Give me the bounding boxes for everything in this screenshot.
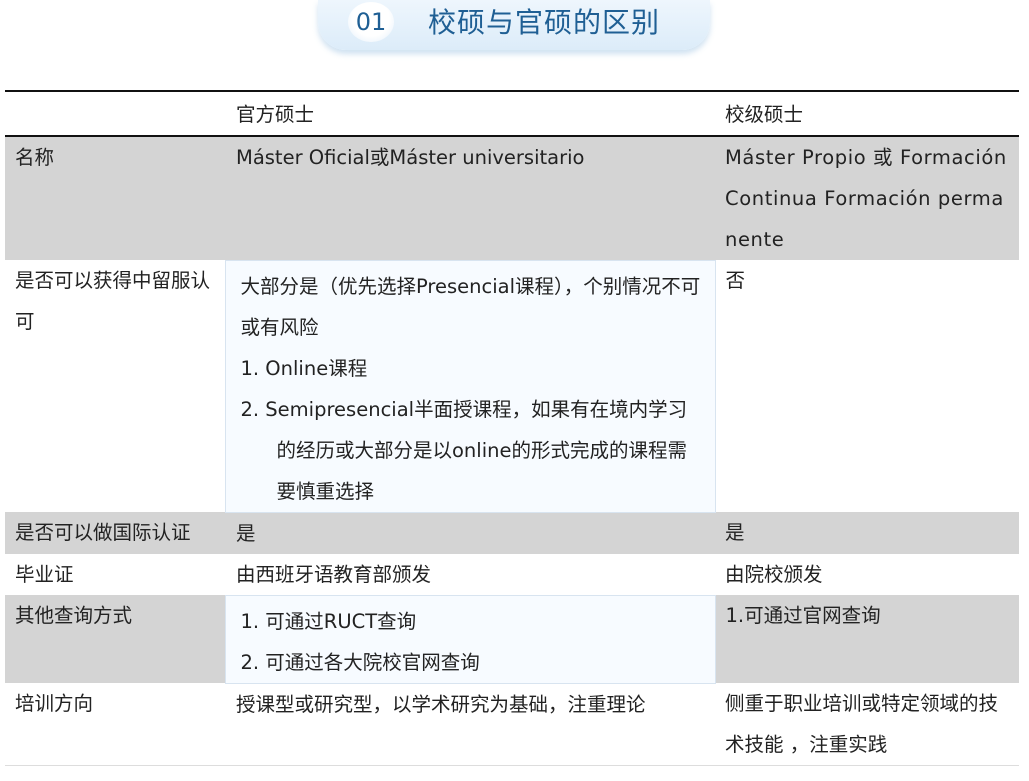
official-cell: 由西班牙语教育部颁发 <box>225 553 715 595</box>
table-header-row: 官方硕士 校级硕士 <box>5 91 1019 137</box>
list-item: 2. Semipresencial半面授课程，如果有在境内学习的经历或大部分是以… <box>240 397 688 503</box>
row-label: 培训方向 <box>5 683 225 766</box>
school-cell: 否 <box>715 260 1019 512</box>
list-item: 1. Online课程 <box>240 356 368 380</box>
row-label: 毕业证 <box>5 553 225 595</box>
official-intro: 大部分是（优先选择Presencial课程），个别情况不可或有风险 <box>240 274 701 339</box>
table-row-direction: 培训方向 授课型或研究型，以学术研究为基础，注重理论 侧重于职业培训或特定领域的… <box>5 683 1019 766</box>
table-row-international: 是否可以做国际认证 是 是 <box>5 512 1019 554</box>
school-cell: 是 <box>715 512 1019 554</box>
table-row-residence: 是否可以获得中留服认可 大部分是（优先选择Presencial课程），个别情况不… <box>5 259 1019 513</box>
official-list: 1. 可通过RUCT查询 2. 可通过各大院校官网查询 <box>241 601 705 683</box>
school-cell: 由院校颁发 <box>715 553 1019 595</box>
comparison-table: 官方硕士 校级硕士 名称 Máster Oficial或Máster unive… <box>5 90 1019 766</box>
school-cell: 侧重于职业培训或特定领域的技术技能 ，注重实践 <box>715 683 1019 766</box>
official-list: 1. Online课程 2. Semipresencial半面授课程，如果有在境… <box>241 348 705 512</box>
school-cell: Máster Propio 或 Formación Continua Forma… <box>715 136 1019 260</box>
section-title: 校硕与官硕的区别 <box>428 6 661 39</box>
row-label: 名称 <box>5 136 225 260</box>
row-label: 是否可以获得中留服认可 <box>5 260 225 512</box>
header-cell-empty <box>5 91 225 137</box>
header-cell-official: 官方硕士 <box>225 91 715 137</box>
list-item: 1. 可通过RUCT查询 <box>240 609 417 633</box>
official-cell: 授课型或研究型，以学术研究为基础，注重理论 <box>225 683 715 766</box>
official-cell: 1. 可通过RUCT查询 2. 可通过各大院校官网查询 <box>224 594 716 684</box>
row-label: 其他查询方式 <box>5 595 225 683</box>
school-cell: 1.可通过官网查询 <box>715 595 1019 683</box>
header-cell-school: 校级硕士 <box>715 91 1019 137</box>
official-cell: 是 <box>225 512 715 554</box>
table-row-diploma: 毕业证 由西班牙语教育部颁发 由院校颁发 <box>5 553 1019 595</box>
row-label: 是否可以做国际认证 <box>5 512 225 554</box>
section-header: 01 校硕与官硕的区别 <box>318 0 710 50</box>
official-cell: Máster Oficial或Máster universitario <box>225 136 715 260</box>
list-item: 2. 可通过各大院校官网查询 <box>240 650 480 674</box>
table-row-name: 名称 Máster Oficial或Máster universitario M… <box>5 136 1019 260</box>
official-cell: 大部分是（优先选择Presencial课程），个别情况不可或有风险 1. Onl… <box>224 259 716 513</box>
section-number: 01 <box>348 2 394 42</box>
table-row-verify: 其他查询方式 1. 可通过RUCT查询 2. 可通过各大院校官网查询 1.可通过… <box>5 594 1019 684</box>
